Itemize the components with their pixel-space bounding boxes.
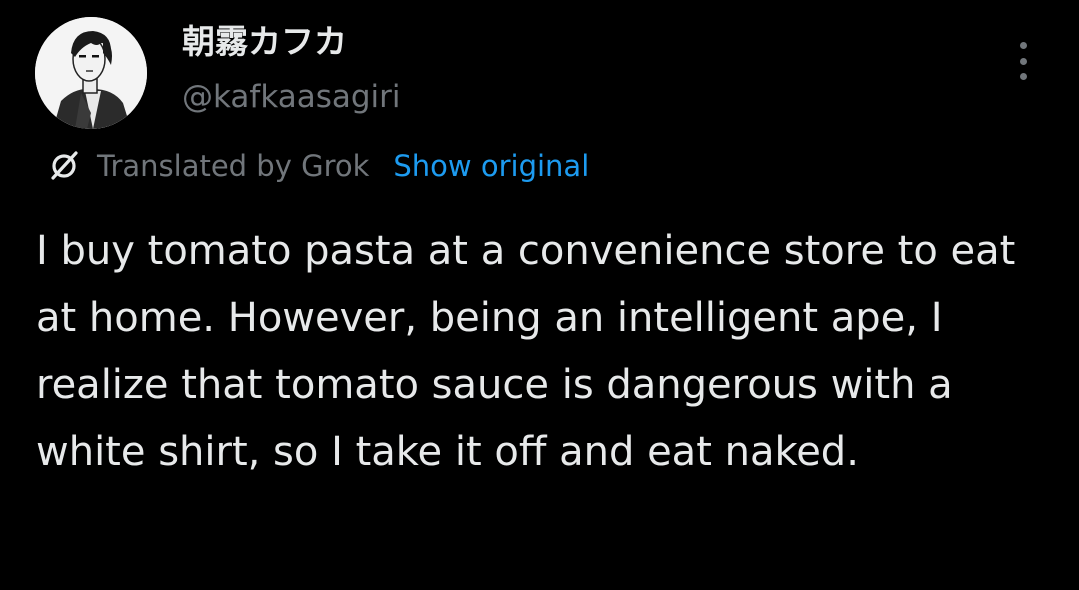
user-handle[interactable]: @kafkaasagiri (182, 78, 401, 116)
avatar[interactable] (35, 17, 147, 129)
tweet-text: I buy tomato pasta at a convenience stor… (36, 228, 1016, 475)
grok-icon (45, 147, 83, 185)
more-options-button[interactable] (1008, 42, 1038, 80)
show-original-link[interactable]: Show original (393, 149, 589, 183)
tweet-card: 朝霧カフカ @kafkaasagiri Translated by Grok S… (0, 0, 1079, 590)
translation-notice: Translated by Grok Show original (45, 145, 589, 187)
avatar-illustration (35, 17, 147, 129)
more-vertical-icon (1019, 42, 1027, 49)
translated-by-label: Translated by Grok (97, 149, 370, 183)
display-name[interactable]: 朝霧カフカ (182, 22, 347, 62)
more-vertical-icon-dot (1019, 57, 1027, 65)
more-vertical-icon-dot (1019, 73, 1027, 80)
